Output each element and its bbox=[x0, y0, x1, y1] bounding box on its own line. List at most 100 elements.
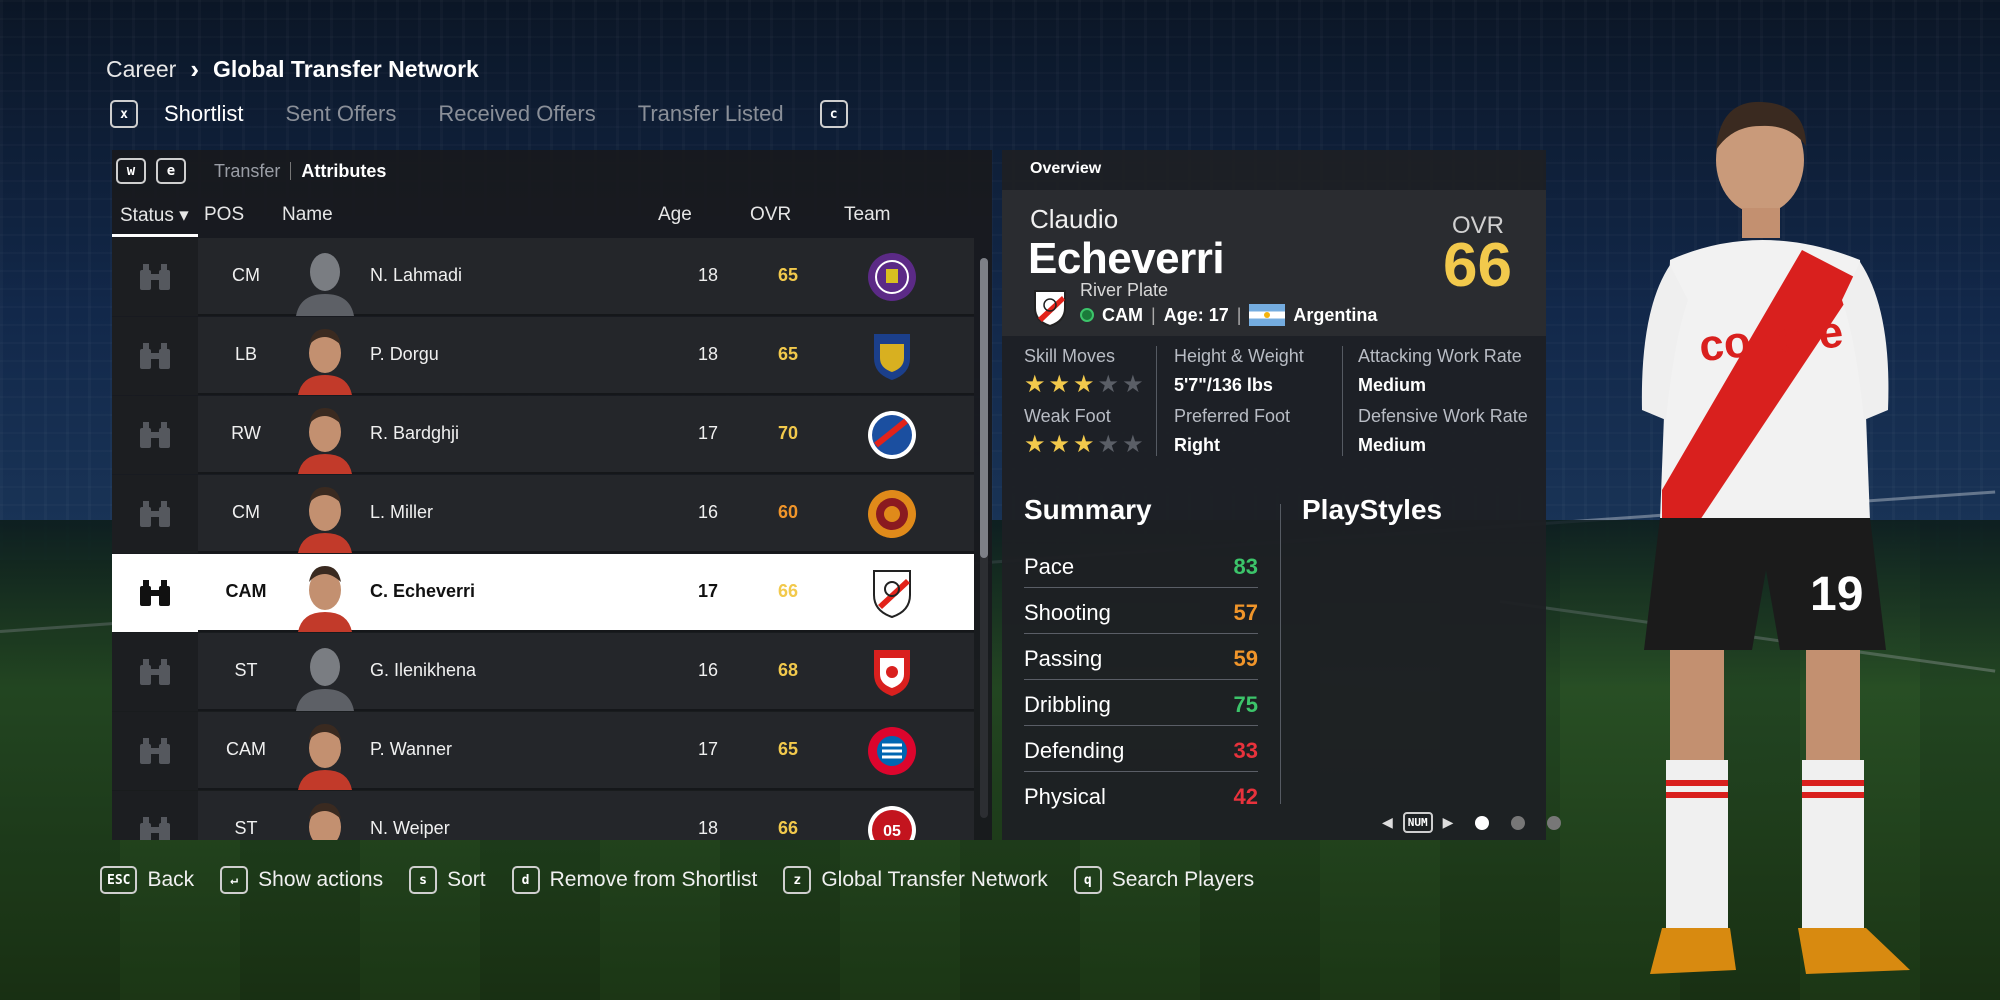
position-dot-icon bbox=[1080, 308, 1094, 322]
tab-transfer-listed[interactable]: Transfer Listed bbox=[638, 101, 784, 127]
player-ovr: 65 bbox=[777, 739, 798, 759]
footer-action[interactable]: ↵ Show actions bbox=[220, 866, 383, 894]
summary-stat-row: Dribbling 75 bbox=[1024, 680, 1258, 726]
summary-stat-row: Passing 59 bbox=[1024, 634, 1258, 680]
svg-text:19: 19 bbox=[1810, 568, 1863, 621]
player-position: CM bbox=[232, 265, 260, 285]
defensive-work-rate: Defensive Work Rate Medium bbox=[1358, 406, 1528, 456]
player-avatar bbox=[288, 398, 362, 474]
page-title: Global Transfer Network bbox=[212, 56, 479, 82]
tab-shortlist[interactable]: Shortlist bbox=[164, 101, 243, 127]
height-weight: Height & Weight 5'7"/136 lbs bbox=[1174, 346, 1304, 396]
footer-action[interactable]: d Remove from Shortlist bbox=[511, 866, 757, 894]
skill-moves-stars: ★ ★ ★ ★ ★ bbox=[1024, 373, 1144, 397]
column-name[interactable]: Name bbox=[282, 204, 333, 226]
player-ovr: 65 bbox=[777, 344, 798, 364]
player-age: 16 bbox=[697, 660, 718, 680]
table-row[interactable]: LB P. Dorgu 18 65 bbox=[112, 317, 974, 395]
table-row[interactable]: ST G. Ilenikhena 16 68 bbox=[112, 633, 974, 711]
separator: | bbox=[1151, 304, 1156, 325]
summary-stat-row: Defending 33 bbox=[1024, 726, 1258, 772]
pager-left-icon[interactable]: ◀ bbox=[1382, 814, 1393, 831]
subtab-transfer[interactable]: Transfer bbox=[214, 161, 280, 182]
footer-action-label: Search Players bbox=[1111, 868, 1255, 891]
player-name: C. Echeverri bbox=[370, 581, 476, 601]
scrollbar[interactable] bbox=[980, 258, 988, 818]
footer-action-label: Back bbox=[147, 868, 195, 891]
tab-sent-offers[interactable]: Sent Offers bbox=[285, 101, 396, 127]
table-row[interactable]: ST N. Weiper 18 66 05 bbox=[112, 791, 974, 840]
star-empty-icon: ★ bbox=[1097, 371, 1120, 398]
subtab-attributes[interactable]: Attributes bbox=[301, 161, 386, 182]
player-header: Claudio Echeverri OVR 66 River Plate CAM… bbox=[1002, 190, 1546, 336]
star-filled-icon: ★ bbox=[1048, 371, 1071, 398]
svg-text:05: 05 bbox=[883, 823, 901, 840]
skill-moves-label: Skill Moves bbox=[1024, 346, 1116, 366]
player-position: ST bbox=[234, 660, 258, 680]
scout-status-cell[interactable] bbox=[112, 475, 198, 553]
scout-status-cell[interactable] bbox=[112, 396, 198, 474]
footer-action[interactable]: q Search Players bbox=[1073, 866, 1255, 894]
player-info-line: CAM | Age: 17 | Argentina bbox=[1080, 304, 1377, 326]
star-filled-icon: ★ bbox=[1048, 431, 1071, 458]
table-row[interactable]: CAM P. Wanner 17 65 bbox=[112, 712, 974, 790]
column-status[interactable]: Status ▾ bbox=[120, 204, 189, 227]
player-age: 18 bbox=[697, 818, 718, 838]
pager-right-icon[interactable]: ▶ bbox=[1443, 814, 1454, 831]
player-age: 16 bbox=[697, 502, 718, 522]
column-age[interactable]: Age bbox=[658, 204, 692, 226]
subtab-right-key: e bbox=[156, 158, 186, 184]
player-position: CAM bbox=[226, 739, 266, 759]
key-hint: q bbox=[1073, 866, 1102, 894]
subtab-bar: w e Transfer Attributes bbox=[116, 158, 386, 184]
weak-foot-label: Weak Foot bbox=[1024, 406, 1111, 426]
table-row[interactable]: CM N. Lahmadi 18 65 bbox=[112, 238, 974, 316]
tab-received-offers[interactable]: Received Offers bbox=[438, 101, 595, 127]
scout-status-cell[interactable] bbox=[112, 238, 198, 316]
club-name: River Plate bbox=[1080, 280, 1169, 300]
team-crest-icon bbox=[868, 727, 916, 775]
table-row[interactable]: CAM C. Echeverri 17 66 bbox=[112, 554, 974, 632]
subtab-left-key: w bbox=[116, 158, 146, 184]
player-age: 17 bbox=[697, 739, 718, 759]
player-nation: Argentina bbox=[1293, 304, 1378, 325]
preferred-foot-value: Right bbox=[1174, 435, 1220, 455]
column-team[interactable]: Team bbox=[844, 204, 890, 226]
scout-status-cell[interactable] bbox=[112, 633, 198, 711]
stat-label: Physical bbox=[1024, 784, 1106, 809]
scout-status-cell[interactable] bbox=[112, 791, 198, 840]
binoculars-icon bbox=[140, 580, 170, 606]
stat-value: 42 bbox=[1233, 784, 1258, 809]
preferred-foot-label: Preferred Foot bbox=[1174, 406, 1291, 426]
scout-status-cell[interactable] bbox=[112, 317, 198, 395]
stat-value: 57 bbox=[1233, 600, 1258, 625]
footer-action[interactable]: s Sort bbox=[409, 866, 486, 894]
player-name: P. Wanner bbox=[370, 739, 453, 759]
weak-foot: Weak Foot ★ ★ ★ ★ ★ bbox=[1024, 406, 1144, 457]
page-dot[interactable] bbox=[1547, 815, 1562, 830]
defensive-wr-label: Defensive Work Rate bbox=[1358, 406, 1528, 426]
column-ovr[interactable]: OVR bbox=[750, 204, 791, 226]
page-dot[interactable] bbox=[1475, 815, 1490, 830]
footer-action[interactable]: ESC Back bbox=[100, 866, 194, 894]
column-pos[interactable]: POS bbox=[204, 204, 244, 226]
table-row[interactable]: RW R. Bardghji 17 70 bbox=[112, 396, 974, 474]
star-empty-icon: ★ bbox=[1097, 431, 1120, 458]
table-header: Status ▾ POS Name Age OVR Team bbox=[112, 198, 992, 237]
player-name: N. Lahmadi bbox=[370, 265, 463, 285]
chevron-right-icon: › bbox=[190, 54, 199, 84]
table-row[interactable]: CM L. Miller 16 60 bbox=[112, 475, 974, 553]
scout-status-cell[interactable] bbox=[112, 554, 198, 632]
scrollbar-thumb[interactable] bbox=[980, 258, 988, 558]
player-ovr: 65 bbox=[777, 265, 798, 285]
scout-status-cell[interactable] bbox=[112, 712, 198, 790]
divider bbox=[1342, 346, 1343, 456]
playstyles-title: PlayStyles bbox=[1302, 494, 1443, 525]
footer-action[interactable]: z Global Transfer Network bbox=[783, 866, 1048, 894]
player-name: N. Weiper bbox=[370, 818, 450, 838]
breadcrumb-career[interactable]: Career bbox=[106, 56, 176, 83]
breadcrumb: Career › Global Transfer Network bbox=[106, 54, 479, 85]
attacking-wr-value: Medium bbox=[1358, 375, 1427, 395]
page-dot[interactable] bbox=[1511, 815, 1526, 830]
binoculars-icon bbox=[140, 264, 170, 290]
